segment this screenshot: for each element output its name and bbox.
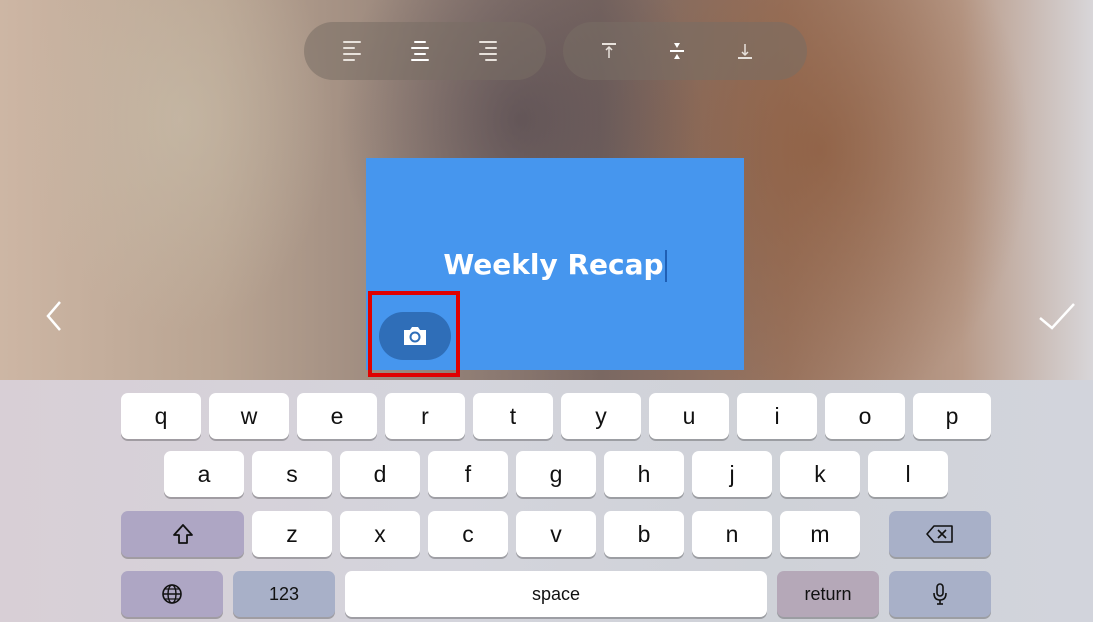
card-title-wrapper[interactable]: Weekly Recap [366,248,744,282]
numbers-key[interactable]: 123 [233,571,335,617]
return-key-label: return [804,583,852,604]
shift-icon [172,524,193,544]
back-chevron-icon[interactable] [42,296,66,343]
key-v[interactable]: v [516,511,596,557]
key-m[interactable]: m [780,511,860,557]
key-x[interactable]: x [340,511,420,557]
key-i[interactable]: i [737,393,817,439]
key-g[interactable]: g [516,451,596,497]
backspace-icon [926,525,953,543]
shift-key[interactable] [121,511,244,557]
horizontal-align-toolbar [304,22,546,80]
keyboard-row-1: q w e r t y u i o p [0,393,1093,439]
microphone-icon [933,583,947,605]
delete-key[interactable] [889,511,991,557]
globe-icon [162,584,182,604]
vertical-align-toolbar [563,22,807,80]
key-w[interactable]: w [209,393,289,439]
align-middle-icon[interactable] [643,22,711,80]
key-p[interactable]: p [913,393,991,439]
key-e[interactable]: e [297,393,377,439]
key-s[interactable]: s [252,451,332,497]
key-o[interactable]: o [825,393,905,439]
space-key-label: space [531,583,581,604]
text-caret [664,250,667,282]
globe-key[interactable] [121,571,223,617]
key-k[interactable]: k [780,451,860,497]
key-u[interactable]: u [649,393,729,439]
keyboard-row-2: a s d f g h j k l [0,451,1093,497]
key-j[interactable]: j [692,451,772,497]
numbers-key-label: 123 [268,583,300,604]
keyboard: q w e r t y u i o p a s d f g h j k l z … [0,380,1093,622]
key-l[interactable]: l [868,451,948,497]
align-right-icon[interactable] [454,22,522,80]
key-a[interactable]: a [164,451,244,497]
key-b[interactable]: b [604,511,684,557]
key-q[interactable]: q [121,393,201,439]
card-title[interactable]: Weekly Recap [443,248,663,281]
key-y[interactable]: y [561,393,641,439]
align-bottom-icon[interactable] [711,22,779,80]
return-key[interactable]: return [777,571,879,617]
keyboard-row-3: z x c v b n m [0,511,1093,557]
key-d[interactable]: d [340,451,420,497]
keyboard-row-4: 123 space return [0,571,1093,617]
align-center-icon[interactable] [386,22,454,80]
key-f[interactable]: f [428,451,508,497]
key-z[interactable]: z [252,511,332,557]
key-h[interactable]: h [604,451,684,497]
microphone-key[interactable] [889,571,991,617]
highlight-box [368,291,460,377]
space-key[interactable]: space [345,571,767,617]
key-n[interactable]: n [692,511,772,557]
align-top-icon[interactable] [575,22,643,80]
align-left-icon[interactable] [318,22,386,80]
key-r[interactable]: r [385,393,465,439]
done-checkmark-icon[interactable] [1036,296,1078,343]
key-c[interactable]: c [428,511,508,557]
key-t[interactable]: t [473,393,553,439]
